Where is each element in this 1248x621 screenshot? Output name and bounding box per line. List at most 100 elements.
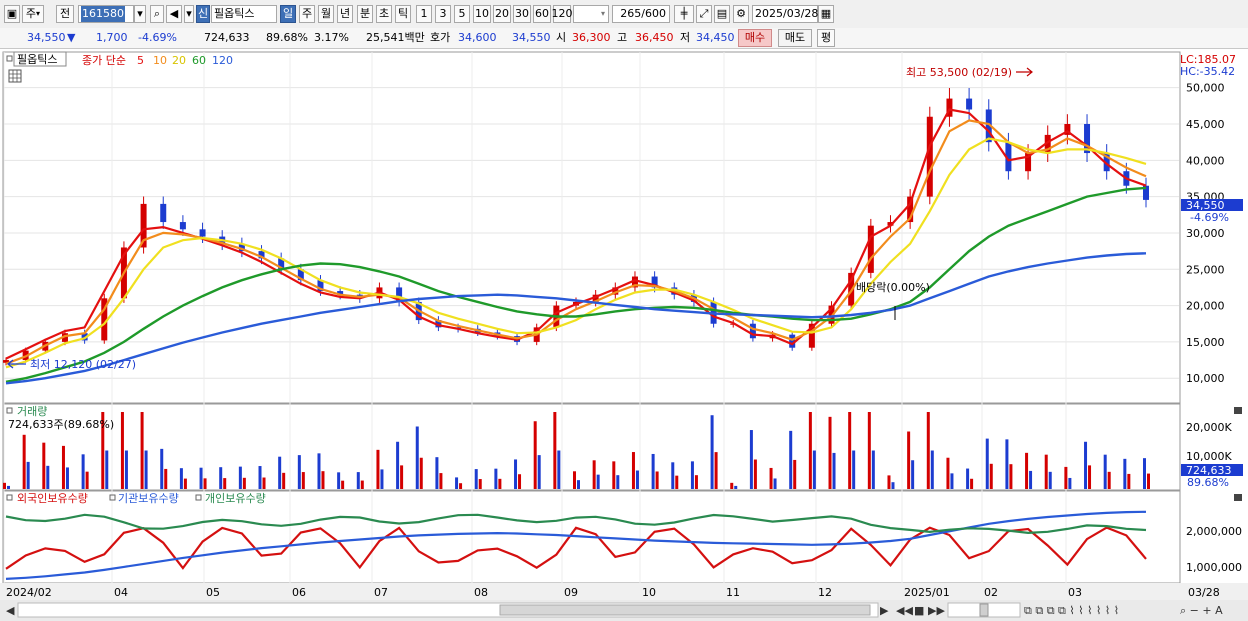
volume-bar bbox=[533, 421, 537, 489]
buy-button[interactable]: 매수 bbox=[738, 29, 772, 47]
volume-bar bbox=[514, 459, 518, 489]
x-axis-strip bbox=[0, 583, 1248, 600]
rewind-icon[interactable]: ◀◀ bbox=[896, 604, 913, 617]
tab-second[interactable]: 초 bbox=[376, 5, 392, 23]
volume-bar bbox=[400, 465, 404, 489]
zoom-slider-thumb[interactable] bbox=[979, 603, 989, 617]
gear-icon[interactable]: ⚙ bbox=[733, 5, 749, 23]
tab-tick[interactable]: 틱 bbox=[395, 5, 411, 23]
search-icon[interactable]: ⌕ bbox=[150, 5, 164, 23]
code-dropdown-icon[interactable]: ▾ bbox=[134, 5, 146, 23]
volume-bar bbox=[891, 482, 895, 489]
volume-panel bbox=[2, 403, 1181, 491]
hc-label: HC:-35.42 bbox=[1180, 65, 1235, 78]
custom-period-input[interactable]: ▾ bbox=[573, 5, 609, 23]
prev-button[interactable]: 전 bbox=[56, 5, 74, 23]
volume-bar bbox=[262, 477, 266, 489]
data-count-field[interactable]: 265/600 bbox=[612, 5, 670, 23]
market-select[interactable]: 주 ▾ bbox=[22, 5, 44, 23]
speaker-icon[interactable]: ◀ bbox=[166, 5, 182, 23]
stock-legend: 필옵틱스 bbox=[17, 53, 57, 66]
stock-name-field[interactable]: 필옵틱스 bbox=[211, 5, 277, 23]
minute-10[interactable]: 10 bbox=[473, 5, 491, 23]
tab-year[interactable]: 년 bbox=[337, 5, 353, 23]
ask-price: 34,600 bbox=[458, 31, 497, 44]
scroll-right-icon[interactable]: ▶ bbox=[880, 604, 889, 617]
volume-panel-close-icon[interactable] bbox=[1234, 407, 1242, 414]
volume-bar bbox=[258, 466, 262, 489]
volume-bar bbox=[120, 412, 124, 489]
tab-month[interactable]: 월 bbox=[318, 5, 334, 23]
tab-day[interactable]: 일 bbox=[280, 5, 296, 23]
individual-holdings-legend: 개인보유수량 bbox=[205, 492, 266, 505]
volume-bar bbox=[911, 460, 915, 489]
sell-button[interactable]: 매도 bbox=[778, 29, 812, 47]
candle-body bbox=[926, 116, 933, 197]
ma60-legend: 60 bbox=[192, 54, 206, 67]
volume-tag-pct: 89.68% bbox=[1187, 476, 1229, 489]
minute-20[interactable]: 20 bbox=[493, 5, 511, 23]
scroll-thumb[interactable] bbox=[499, 604, 871, 616]
x-axis-label: 09 bbox=[564, 586, 578, 599]
zoom-icon[interactable]: ⌕ − + A bbox=[1180, 604, 1223, 617]
eval-button[interactable]: 평 bbox=[817, 29, 835, 47]
volume-bar bbox=[1147, 473, 1150, 489]
volume-bar bbox=[42, 442, 46, 489]
volume-bar bbox=[970, 478, 974, 489]
volume-bar bbox=[46, 465, 50, 489]
holdings-axis-2m: 2,000,000 bbox=[1186, 525, 1242, 538]
volume-bar bbox=[278, 456, 282, 489]
open-label: 시 bbox=[556, 31, 567, 44]
volume-bar bbox=[356, 472, 360, 489]
volume-bar bbox=[1009, 464, 1013, 489]
minute-3[interactable]: 3 bbox=[435, 5, 451, 23]
volume-bar bbox=[537, 455, 541, 489]
minute-30[interactable]: 30 bbox=[513, 5, 531, 23]
candle-icon[interactable]: ╪ bbox=[674, 5, 694, 23]
volume-bar bbox=[203, 478, 207, 489]
volume-bar bbox=[1025, 452, 1029, 489]
tab-minute[interactable]: 분 bbox=[357, 5, 373, 23]
ma5-legend: 5 bbox=[137, 54, 144, 67]
save-icon[interactable]: ▤ bbox=[714, 5, 730, 23]
volume-bar bbox=[769, 467, 773, 489]
high-label: 고 bbox=[617, 31, 628, 44]
date-field[interactable]: 2025/03/28 bbox=[752, 5, 818, 23]
layout-icon[interactable]: ▣ bbox=[4, 5, 20, 23]
tab-week[interactable]: 주 bbox=[299, 5, 315, 23]
volume-bar bbox=[435, 457, 439, 489]
low-annotation: 최저 12,120 (02/27) bbox=[30, 358, 136, 371]
tool-group-icon[interactable]: ⧉ ⧉ ⧉ ⧉ ⌇ ⌇ ⌇ ⌇ ⌇ ⌇ bbox=[1024, 604, 1119, 617]
minute-60[interactable]: 60 bbox=[533, 5, 551, 23]
stock-code-input[interactable]: 161580 bbox=[78, 5, 134, 23]
holdings-panel-close-icon[interactable] bbox=[1234, 494, 1242, 501]
price-axis-label: 40,000 bbox=[1186, 154, 1225, 167]
minute-5[interactable]: 5 bbox=[454, 5, 470, 23]
scroll-left-icon[interactable]: ◀ bbox=[6, 604, 15, 617]
price-axis-label: 50,000 bbox=[1186, 82, 1225, 95]
speaker-dropdown-icon[interactable]: ▾ bbox=[184, 5, 194, 23]
volume-bar bbox=[1029, 470, 1033, 489]
volume-bar bbox=[730, 482, 734, 489]
volume-bar bbox=[478, 479, 482, 489]
table-icon[interactable] bbox=[8, 69, 22, 83]
down-arrow-icon: ▼ bbox=[67, 31, 76, 44]
volume-bar bbox=[1048, 471, 1052, 489]
fast-forward-icon[interactable]: ▶▶ bbox=[928, 604, 945, 617]
minute-120[interactable]: 120 bbox=[552, 5, 573, 23]
volume-bar bbox=[419, 457, 423, 489]
volume-axis-20000k: 20,000K bbox=[1186, 421, 1232, 434]
volume-bar bbox=[238, 466, 242, 489]
foreign-holdings-legend: 외국인보유수량 bbox=[17, 492, 88, 505]
stock-chart[interactable]: 필옵틱스 종가 단순 5 10 20 60 120 LC:185.07 HC:-… bbox=[0, 49, 1248, 621]
calendar-icon[interactable]: ▦ bbox=[818, 5, 834, 23]
turnover-rate: 3.17% bbox=[314, 31, 349, 44]
volume-bar bbox=[160, 448, 164, 489]
minute-1[interactable]: 1 bbox=[416, 5, 432, 23]
volume-bar bbox=[518, 474, 522, 489]
volume-bar bbox=[179, 468, 183, 489]
volume-bar bbox=[734, 485, 738, 489]
volume-bar bbox=[321, 471, 325, 489]
draw-tool-icon[interactable]: ⤢ bbox=[696, 5, 712, 23]
stop-icon[interactable]: ■ bbox=[914, 604, 924, 617]
